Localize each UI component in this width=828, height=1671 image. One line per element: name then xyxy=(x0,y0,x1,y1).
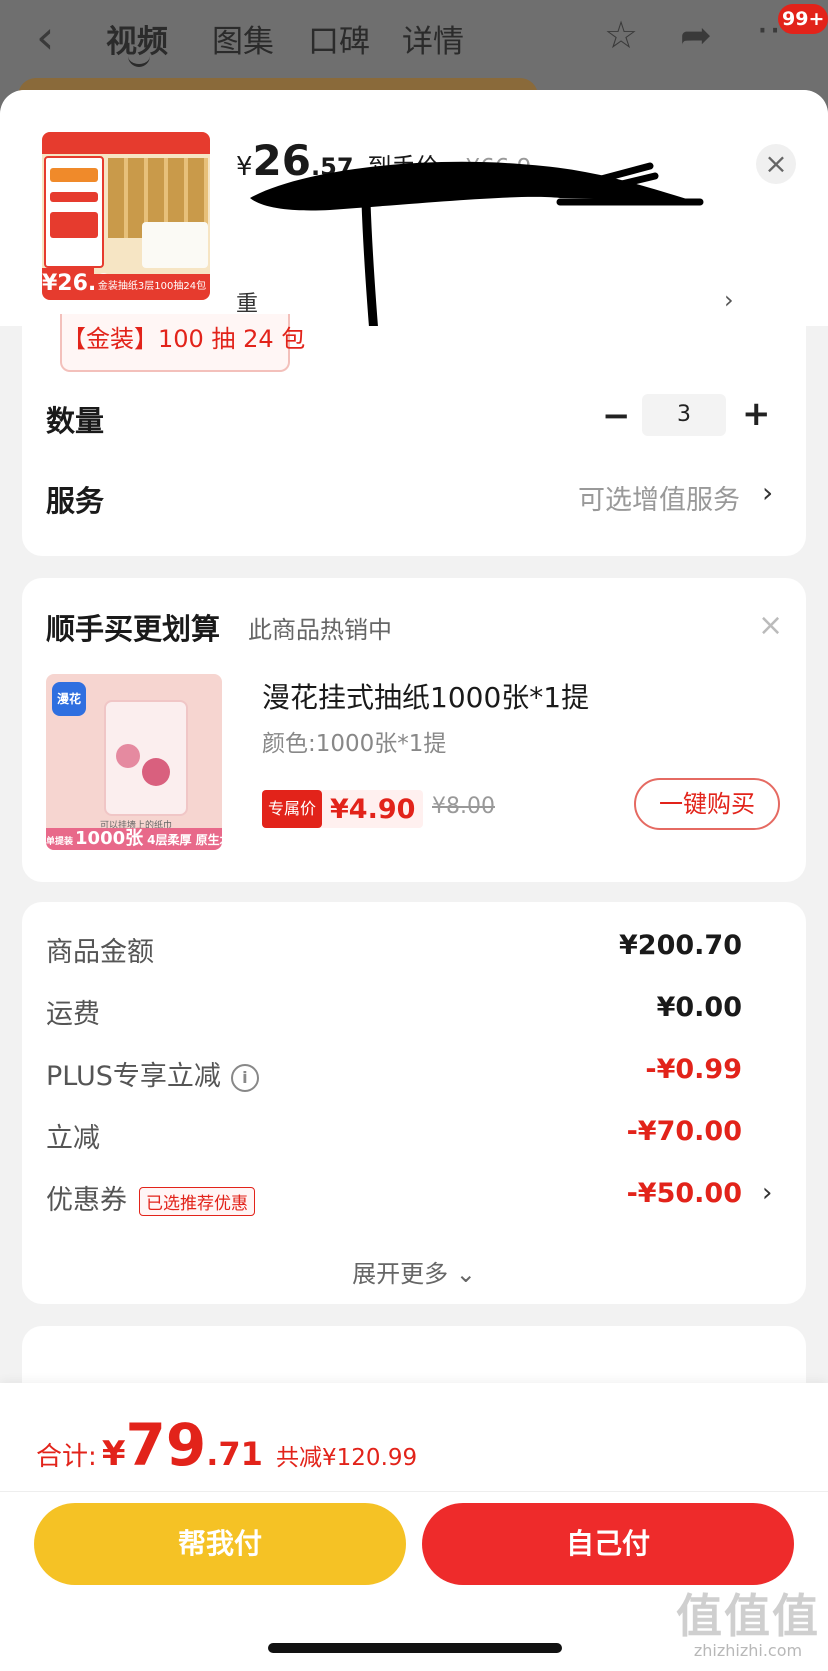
price-tag: 到手价 xyxy=(367,153,440,181)
options-card: 【金装】100 抽 24 包 数量 − 3 + 服务 可选增值服务 › xyxy=(22,314,806,556)
price-integer: 26 xyxy=(252,136,311,185)
thumb-promo-line xyxy=(50,168,98,182)
quantity-input[interactable]: 3 xyxy=(642,394,726,436)
image-band: 单提装1000张4层柔厚 原生木浆 xyxy=(46,828,222,850)
chevron-right-icon[interactable]: › xyxy=(762,1178,772,1208)
payment-bar: 合计: ¥79.71 共减¥120.99 帮我付 自己付 值值值 zhizhiz… xyxy=(0,1383,828,1671)
summary-value: -¥70.00 xyxy=(626,1116,742,1147)
summary-row-goods: 商品金额 ¥200.70 xyxy=(22,930,806,970)
favorite-star-icon[interactable]: ☆ xyxy=(604,16,638,54)
summary-row-shipping: 运费 ¥0.00 xyxy=(22,992,806,1032)
chevron-right-icon[interactable]: › xyxy=(724,286,734,314)
tab-gallery[interactable]: 图集 xyxy=(212,16,274,61)
selected-spec-chip[interactable]: 【金装】100 抽 24 包 xyxy=(60,314,305,372)
summary-value: ¥0.00 xyxy=(656,992,742,1023)
share-icon[interactable]: ➦ xyxy=(680,16,712,54)
summary-value: -¥0.99 xyxy=(645,1054,742,1085)
original-price: ¥66.9 xyxy=(465,155,532,181)
product-price: ¥26.57 到手价 ¥66.9 xyxy=(236,136,531,186)
price-currency: ¥ xyxy=(236,152,253,182)
recommendation-original-price: ¥8.00 xyxy=(432,794,495,819)
service-value[interactable]: 可选增值服务 xyxy=(578,478,740,517)
help-me-pay-button[interactable]: 帮我付 xyxy=(34,1503,406,1585)
recommendation-item-name[interactable]: 漫花挂式抽纸1000张*1提 xyxy=(262,676,589,716)
close-icon[interactable]: × xyxy=(756,144,796,184)
tab-video[interactable]: 视频 xyxy=(106,16,168,61)
band-prefix: 单提装 xyxy=(46,837,74,847)
recommendation-subtitle: 此商品热销中 xyxy=(248,616,392,644)
expand-more-button[interactable]: 展开更多 ⌄ xyxy=(22,1254,806,1289)
exclusive-price-amount: ¥4.90 xyxy=(330,793,416,825)
quantity-minus-button[interactable]: − xyxy=(602,396,631,436)
exclusive-price: 专属价 ¥4.90 xyxy=(262,790,424,828)
back-arrow-icon[interactable]: ‹ xyxy=(36,14,54,60)
total-saved: 共减¥120.99 xyxy=(276,1445,418,1471)
price-decimal: .57 xyxy=(311,153,354,181)
quantity-plus-button[interactable]: + xyxy=(742,394,771,434)
summary-value: -¥50.00 xyxy=(626,1178,742,1209)
exclusive-price-label: 专属价 xyxy=(262,790,323,828)
order-total: 合计: ¥79.71 共减¥120.99 xyxy=(36,1411,417,1479)
chevron-right-icon[interactable]: › xyxy=(762,476,773,509)
thumb-promo-line xyxy=(50,192,98,202)
thumb-promo-line xyxy=(50,212,98,238)
divider xyxy=(0,1491,828,1492)
thumb-caption: 金装抽纸3层100抽24包 xyxy=(94,274,210,300)
tab-reviews[interactable]: 口碑 xyxy=(308,16,370,61)
summary-label-coupon: 优惠券 已选推荐优惠 xyxy=(46,1178,255,1217)
order-summary-card: 商品金额 ¥200.70 运费 ¥0.00 PLUS专享立减 i -¥0.99 立… xyxy=(22,902,806,1304)
info-icon[interactable]: i xyxy=(230,1063,259,1092)
thumb-top-banner xyxy=(42,132,210,154)
summary-value: ¥200.70 xyxy=(619,930,742,961)
service-label: 服务 xyxy=(46,484,105,518)
thumb-promo-panel xyxy=(44,156,104,268)
recommendation-title: 顺手买更划算 xyxy=(46,612,221,646)
recommendation-card: 顺手买更划算 此商品热销中 × 漫花 可以挂墙上的纸巾 单提装 1000张 4层柔厚… xyxy=(22,578,806,882)
watermark-url: zhizhizhi.com xyxy=(693,1641,803,1660)
tab-details[interactable]: 详情 xyxy=(402,16,464,61)
thumb-tissue xyxy=(142,222,208,268)
total-currency: ¥ xyxy=(101,1434,126,1474)
summary-label: 立减 xyxy=(46,1123,100,1154)
quantity-label: 数量 xyxy=(46,404,105,438)
pay-myself-button[interactable]: 自己付 xyxy=(422,1503,794,1585)
band-text: 4层柔厚 原生木浆 xyxy=(147,833,222,847)
flower-decoration xyxy=(116,744,140,768)
total-label: 合计: xyxy=(36,1442,97,1472)
summary-row-plus: PLUS专享立减 i -¥0.99 xyxy=(22,1054,806,1094)
active-tab-indicator xyxy=(128,56,150,67)
close-icon[interactable]: × xyxy=(758,608,783,643)
summary-row-discount: 立减 -¥70.00 xyxy=(22,1116,806,1156)
summary-label: 商品金额 xyxy=(46,937,154,968)
total-integer: 79 xyxy=(125,1411,207,1479)
summary-row-coupon[interactable]: 优惠券 已选推荐优惠 -¥50.00 › xyxy=(22,1178,806,1218)
band-count: 1000张 xyxy=(75,828,144,849)
watermark-logo: 值值值 xyxy=(676,1589,820,1643)
product-thumbnail: ¥26.9 金装抽纸3层100抽24包 xyxy=(42,132,210,300)
home-indicator[interactable] xyxy=(268,1643,562,1653)
sheet-header: ¥26.9 金装抽纸3层100抽24包 ¥26.57 到手价 ¥66.9 重 › × xyxy=(0,90,828,326)
next-card xyxy=(22,1326,806,1386)
recommendation-item-color: 颜色:1000张*1提 xyxy=(262,731,447,757)
thumb-price: ¥26.9 xyxy=(42,268,112,300)
coupon-recommended-tag: 已选推荐优惠 xyxy=(139,1187,255,1216)
flower-decoration xyxy=(142,758,170,786)
brand-logo: 漫花 xyxy=(52,682,86,716)
summary-label: 运费 xyxy=(46,999,100,1030)
one-click-buy-button[interactable]: 一键购买 xyxy=(634,778,780,830)
total-decimal: .71 xyxy=(206,1435,263,1473)
recommendation-image[interactable]: 漫花 可以挂墙上的纸巾 单提装1000张4层柔厚 原生木浆 xyxy=(46,674,222,850)
summary-label: 优惠券 xyxy=(46,1185,127,1216)
summary-label-plus: PLUS专享立减 i xyxy=(46,1054,259,1093)
summary-label: PLUS专享立减 xyxy=(46,1061,221,1092)
site-watermark: 值值值 zhizhizhi.com xyxy=(676,1591,820,1660)
message-badge: 99+ xyxy=(778,4,828,34)
